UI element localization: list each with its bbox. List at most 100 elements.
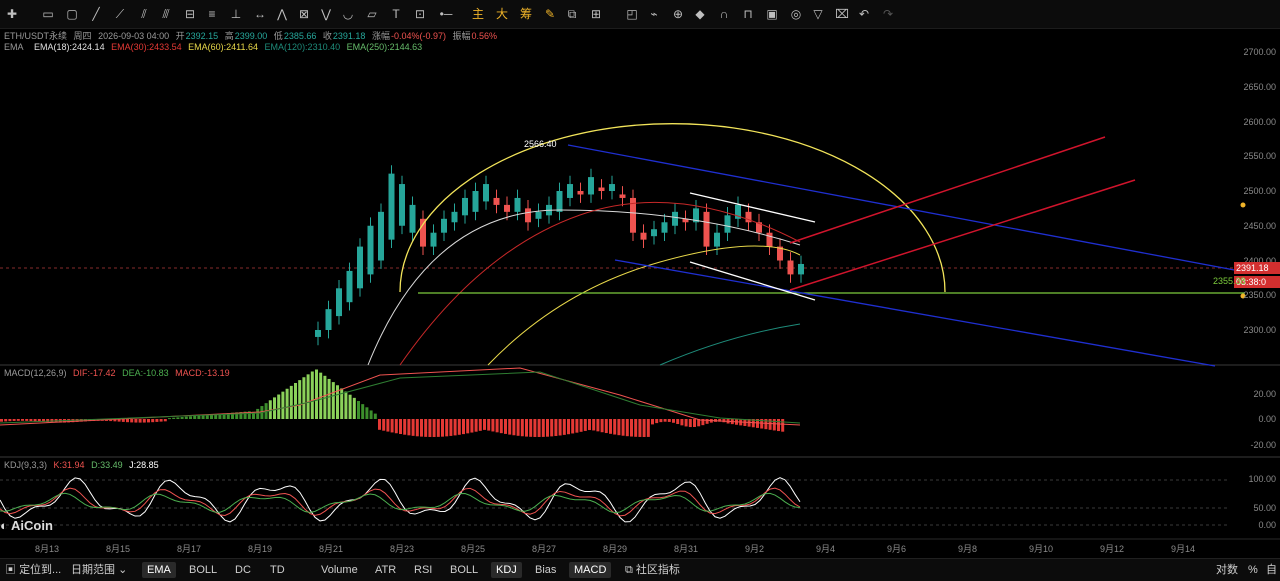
- macd-histogram-bar: [390, 419, 394, 433]
- main-force-button[interactable]: 主: [470, 6, 486, 22]
- kdj-title[interactable]: KDJ(9,3,3): [4, 460, 47, 470]
- indicator-macd[interactable]: MACD: [569, 562, 612, 578]
- macd-histogram-bar: [663, 419, 667, 422]
- indicator-bias[interactable]: Bias: [530, 562, 561, 578]
- ray-tool-icon[interactable]: ⟋: [112, 6, 128, 22]
- percent-scale-toggle[interactable]: %: [1243, 562, 1263, 578]
- macd-title[interactable]: MACD(12,26,9): [4, 368, 67, 378]
- macd-histogram-bar: [189, 416, 192, 419]
- chip-distribution-button[interactable]: 筹: [518, 6, 534, 22]
- pattern-tool-icon[interactable]: ⋀: [274, 6, 290, 22]
- arc-tool-icon[interactable]: ◡: [340, 6, 356, 22]
- filter-icon[interactable]: ▽: [810, 6, 826, 22]
- redo-icon[interactable]: ↷: [880, 6, 896, 22]
- candle-body: [399, 184, 405, 226]
- measure-tool-icon[interactable]: ⋁: [318, 6, 334, 22]
- parallel-tool-icon[interactable]: ⫻: [158, 6, 174, 22]
- candle-body: [430, 232, 437, 247]
- ema-legend: EMA EMA(18):2424.14 EMA(30):2433.54 EMA(…: [4, 42, 426, 52]
- list-tool-icon[interactable]: ≡: [204, 6, 220, 22]
- edit-icon[interactable]: ✎: [542, 6, 558, 22]
- indicator-atr[interactable]: ATR: [370, 562, 401, 578]
- screenshot-icon[interactable]: ⊞: [588, 6, 604, 22]
- rect-tool-icon[interactable]: ▭: [40, 6, 56, 22]
- macd-histogram-bar: [558, 419, 562, 436]
- indicator-volume[interactable]: Volume: [316, 562, 363, 578]
- auto-scale-toggle[interactable]: 自: [1264, 562, 1279, 578]
- image-tool-icon[interactable]: ⊡: [412, 6, 428, 22]
- price-axis-label: 2650.00: [1243, 81, 1276, 92]
- date-range-button[interactable]: 日期范围 ⌄: [66, 562, 132, 578]
- candle-body: [420, 218, 426, 247]
- indicator-boll-main[interactable]: BOLL: [184, 562, 222, 578]
- dot-line-tool-icon[interactable]: •─: [438, 6, 454, 22]
- undo-icon[interactable]: ↶: [856, 6, 872, 22]
- locate-to-button[interactable]: ▣ 定位到...: [0, 562, 66, 578]
- kdj-d-line: [0, 492, 801, 514]
- lock-icon[interactable]: ⊓: [740, 6, 756, 22]
- indicator-kdj[interactable]: KDJ: [491, 562, 522, 578]
- calendar-icon: ▣: [5, 564, 16, 576]
- macd-histogram-bar: [126, 419, 129, 423]
- macd-histogram-bar: [592, 419, 596, 431]
- line-tool-icon[interactable]: ╱: [88, 6, 104, 22]
- d-value: D:33.49: [91, 460, 123, 470]
- alert-marker: [1240, 202, 1246, 208]
- macd-histogram-bar: [302, 377, 306, 419]
- macd-histogram-bar: [693, 419, 696, 427]
- rect-outline-tool-icon[interactable]: ▢: [64, 6, 80, 22]
- macd-legend: MACD(12,26,9) DIF:-17.42 DEA:-10.83 MACD…: [4, 368, 234, 378]
- ema60-value: EMA(60):2411.64: [188, 42, 259, 52]
- macd-histogram-bar: [155, 419, 159, 422]
- gann-tool-icon[interactable]: ⊠: [296, 6, 312, 22]
- magnet-icon[interactable]: ∩: [716, 6, 732, 22]
- vertical-line-tool-icon[interactable]: ⊥: [228, 6, 244, 22]
- indicator-dc[interactable]: DC: [230, 562, 256, 578]
- change-value: -0.04%(-0.97): [390, 31, 446, 41]
- chart-canvas[interactable]: [0, 28, 1280, 558]
- period-label: 周四: [73, 31, 92, 41]
- candle-body: [556, 191, 563, 212]
- copy-layout-icon[interactable]: ⧉: [564, 6, 580, 22]
- macd-histogram-bar: [369, 410, 373, 419]
- log-scale-toggle[interactable]: 对数: [1211, 562, 1243, 578]
- eraser-icon[interactable]: ◆: [692, 6, 708, 22]
- shape-tool-icon[interactable]: ▱: [364, 6, 380, 22]
- date-axis-label: 9月6: [887, 544, 907, 554]
- indicator-boll-sub[interactable]: BOLL: [445, 562, 483, 578]
- macd-histogram-bar: [642, 419, 646, 437]
- cursor-tool-icon[interactable]: ✚: [4, 6, 20, 22]
- visibility-icon[interactable]: ◎: [788, 6, 804, 22]
- community-indicators-button[interactable]: ⧉ 社区指标: [620, 562, 685, 578]
- candle-body: [346, 270, 353, 303]
- hide-drawings-icon[interactable]: ▣: [764, 6, 780, 22]
- macd-histogram-bar: [617, 419, 621, 436]
- layers-icon[interactable]: ◰: [624, 6, 640, 22]
- date-axis-label: 9月8: [958, 544, 978, 554]
- macd-histogram-bar: [432, 419, 436, 437]
- big-order-button[interactable]: 大: [494, 6, 510, 22]
- external-link-icon: ⧉: [625, 564, 633, 576]
- macd-histogram-bar: [499, 419, 503, 434]
- candle-body: [409, 204, 416, 233]
- ruler-icon[interactable]: ⌁: [646, 6, 662, 22]
- arrow-tool-icon[interactable]: ↔: [252, 6, 268, 22]
- indicator-ema[interactable]: EMA: [142, 562, 176, 578]
- candle-body: [325, 309, 332, 330]
- indicator-rsi[interactable]: RSI: [409, 562, 437, 578]
- fib-tool-icon[interactable]: ⊟: [182, 6, 198, 22]
- date-axis-label: 8月17: [177, 544, 202, 554]
- zoom-in-icon[interactable]: ⊕: [670, 6, 686, 22]
- macd-histogram-bar: [646, 419, 650, 437]
- ema30-value: EMA(30):2433.54: [111, 42, 182, 52]
- price-axis-label: 2450.00: [1243, 220, 1276, 231]
- delete-icon[interactable]: ⌧: [834, 6, 850, 22]
- ema-title[interactable]: EMA: [4, 42, 24, 52]
- channel-tool-icon[interactable]: ⫽: [136, 6, 152, 22]
- indicator-td[interactable]: TD: [265, 562, 290, 578]
- date-axis-label: 8月23: [390, 544, 415, 554]
- macd-histogram-bar: [319, 372, 323, 419]
- price-legend: ETH/USDT永续 周四 2026-09-03 04:00 开2392.15 …: [4, 29, 501, 42]
- drawing-toolbar: ✚ ▭ ▢ ╱ ⟋ ⫽ ⫻ ⊟ ≡ ⊥ ↔ ⋀ ⊠ ⋁ ◡ ▱ T ⊡ •─ 主…: [0, 0, 1280, 29]
- text-tool-icon[interactable]: T: [388, 6, 404, 22]
